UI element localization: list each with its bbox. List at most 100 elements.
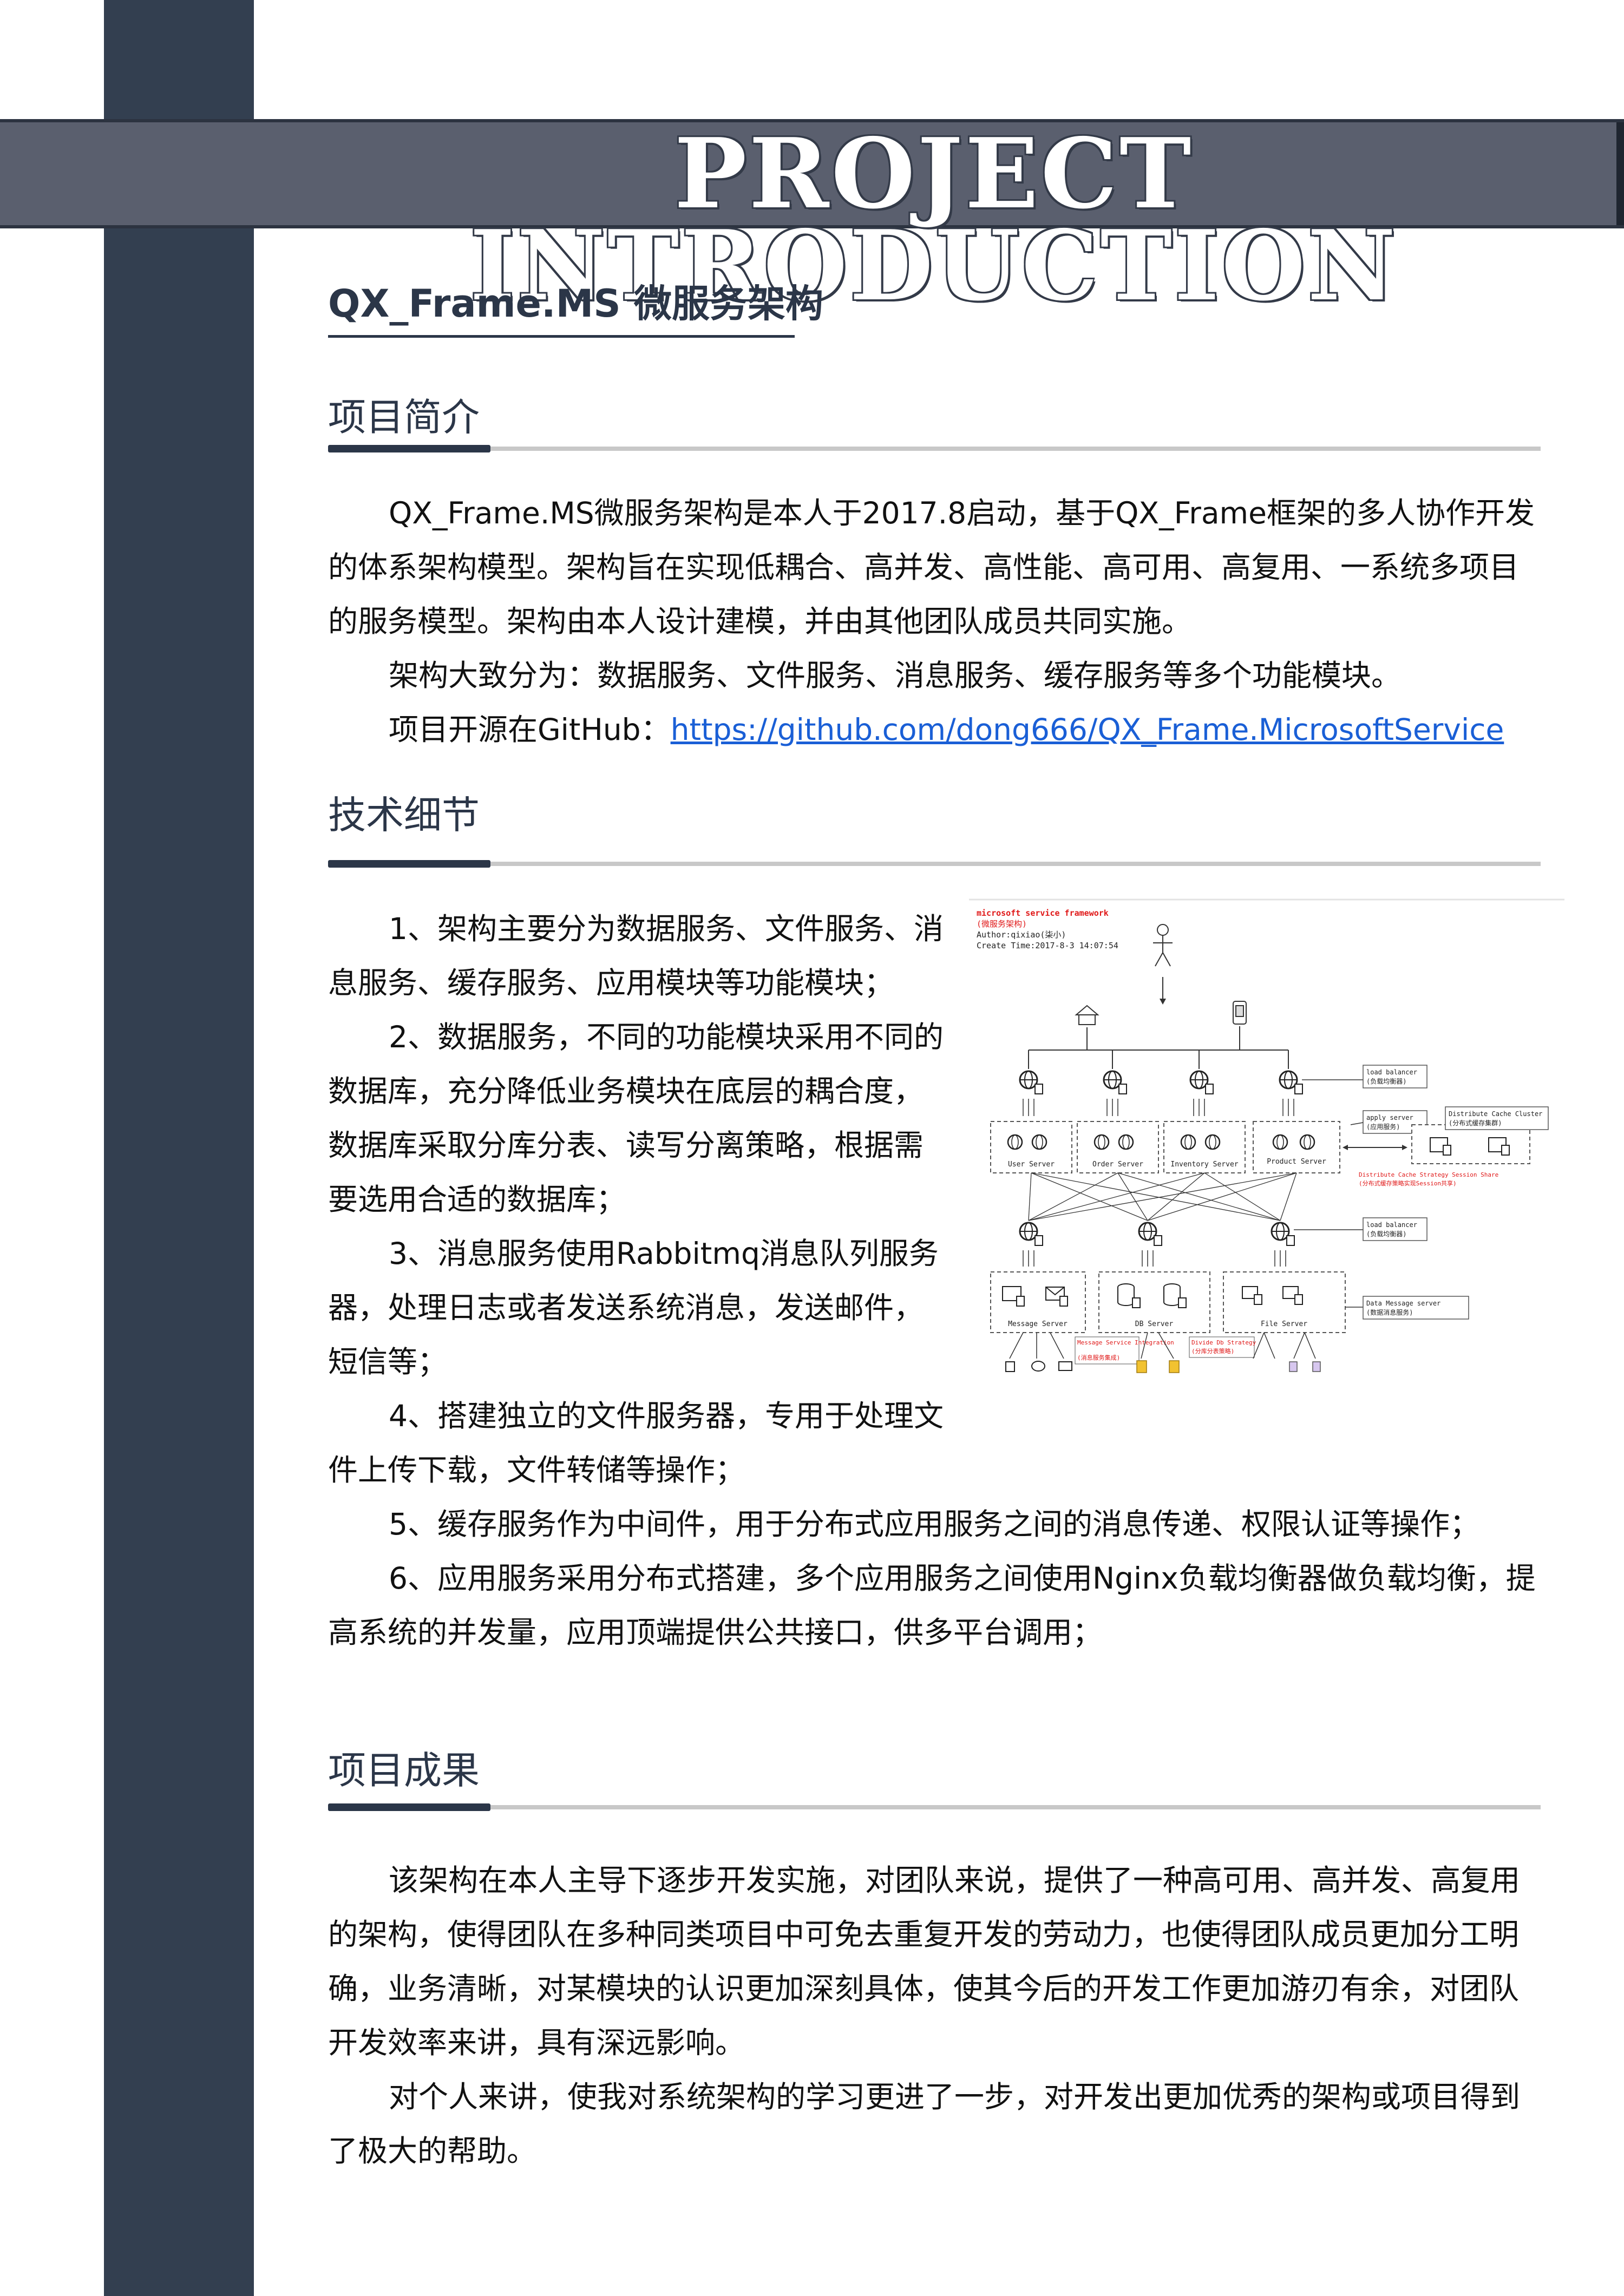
banner-title: PROJECT INTRODUCTION bbox=[469, 117, 1398, 322]
globe-icon bbox=[1180, 1134, 1196, 1150]
intro-paragraph-3: 项目开源在GitHub：https://github.com/dong666/Q… bbox=[328, 703, 1541, 757]
phone-icon bbox=[1233, 1001, 1247, 1025]
diagram-title-en: microsoft service framework bbox=[977, 908, 1109, 918]
tech-item-4: 4、搭建独立的文件服务器，专用于处理文件上传下载，文件转储等操作； bbox=[328, 1399, 944, 1487]
globe-icon bbox=[1299, 1134, 1315, 1150]
section-rule bbox=[328, 447, 1541, 451]
banner-edge bbox=[1616, 122, 1624, 225]
section-rule-accent bbox=[328, 1803, 490, 1811]
server-icon bbox=[1132, 1297, 1141, 1308]
db-strategy-label: Divide Db Strategy bbox=[1191, 1339, 1256, 1346]
arrow-head bbox=[1160, 999, 1166, 1005]
user-icon bbox=[1153, 924, 1173, 967]
architecture-diagram: microsoft service framework (微服务架构) Auth… bbox=[969, 898, 1564, 1373]
globe-icon bbox=[1118, 1134, 1134, 1150]
globe-icon bbox=[1019, 1222, 1043, 1246]
callout-line bbox=[1350, 1122, 1364, 1125]
tech-item-1: 1、架构主要分为数据服务、文件服务、消息服务、缓存服务、应用模块等功能模块； bbox=[328, 911, 944, 1000]
arrow-head bbox=[1343, 1145, 1348, 1150]
diagram-title-cn: (微服务架构) bbox=[977, 919, 1027, 929]
title-banner: PROJECT INTRODUCTION bbox=[0, 117, 1624, 322]
data-message-server-label-cn: (数据消息服务) bbox=[1366, 1308, 1413, 1316]
database-icon bbox=[1117, 1287, 1135, 1306]
server-icon bbox=[1016, 1296, 1025, 1307]
intro-paragraph-2: 架构大致分为：数据服务、文件服务、消息服务、缓存服务等多个功能模块。 bbox=[389, 658, 1402, 693]
lb2-label: load balancer bbox=[1366, 1221, 1417, 1229]
home-icon bbox=[1075, 1005, 1099, 1025]
tech-item-2: 2、数据服务，不同的功能模块采用不同的数据库，充分降低业务模块在底层的耦合度，数… bbox=[328, 1020, 944, 1217]
mail-icon bbox=[1058, 1361, 1072, 1371]
diagram-created: Create Time:2017-8-3 14:07:54 bbox=[977, 941, 1118, 950]
product-server-label: Product Server bbox=[1267, 1158, 1326, 1166]
section-rule bbox=[328, 1805, 1541, 1809]
results-paragraph-1: 该架构在本人主导下逐步开发实施，对团队来说，提供了一种高可用、高并发、高复用的架… bbox=[328, 1863, 1521, 2060]
db-file-icon bbox=[1169, 1360, 1180, 1373]
arrow-head bbox=[1402, 1145, 1407, 1150]
lb1-label-cn: (负载均衡器) bbox=[1366, 1078, 1406, 1085]
top-tree-lines bbox=[1028, 1026, 1289, 1069]
file-icon bbox=[1289, 1361, 1298, 1372]
sidebar-stripe bbox=[104, 0, 254, 2296]
file-icon bbox=[1312, 1361, 1321, 1372]
globe-icon bbox=[1189, 1070, 1214, 1094]
server-icon bbox=[1443, 1145, 1451, 1156]
globe-icon bbox=[1093, 1134, 1110, 1150]
cache-cluster-label-cn: (分布式缓存集群) bbox=[1449, 1119, 1502, 1127]
order-server-label: Order Server bbox=[1092, 1160, 1143, 1169]
results-body: 该架构在本人主导下逐步开发实施，对团队来说，提供了一种高可用、高并发、高复用的架… bbox=[328, 1853, 1541, 2178]
tech-item-3: 3、消息服务使用Rabbitmq消息队列服务器，处理日志或者发送系统消息，发送邮… bbox=[328, 1236, 939, 1379]
inventory-server-label: Inventory Server bbox=[1170, 1160, 1238, 1169]
tech-item-6: 6、应用服务采用分布式搭建，多个应用服务之间使用Nginx负载均衡器做负载均衡，… bbox=[328, 1561, 1536, 1650]
section-rule bbox=[328, 862, 1541, 866]
tech-item-5: 5、缓存服务作为中间件，用于分布式应用服务之间的消息传递、权限认证等操作； bbox=[389, 1507, 1479, 1541]
globe-icon-row-2 bbox=[1019, 1222, 1295, 1246]
file-server-label: File Server bbox=[1261, 1320, 1307, 1328]
globe-icon bbox=[1007, 1134, 1023, 1150]
section-title-results: 项目成果 bbox=[328, 1748, 480, 1793]
database-icon bbox=[1163, 1287, 1181, 1306]
globe-icon bbox=[1019, 1070, 1043, 1094]
server-icon bbox=[1254, 1294, 1262, 1305]
lb2-label-cn: (负载均衡器) bbox=[1366, 1230, 1406, 1238]
globe-icon bbox=[1031, 1134, 1047, 1150]
github-link[interactable]: https://github.com/dong666/QX_Frame.Micr… bbox=[671, 712, 1504, 747]
globe-icon bbox=[1272, 1134, 1288, 1150]
intro-paragraph-1: QX_Frame.MS微服务架构是本人于2017.8启动，基于QX_Frame框… bbox=[328, 496, 1535, 639]
globe-icon bbox=[1279, 1070, 1303, 1094]
db-strategy-label-cn: (分库分表策略) bbox=[1191, 1347, 1234, 1355]
section-rule-accent bbox=[328, 445, 490, 452]
intro-body: QX_Frame.MS微服务架构是本人于2017.8启动，基于QX_Frame框… bbox=[328, 486, 1541, 757]
msg-integration-label-cn: (消息服务集成) bbox=[1077, 1354, 1120, 1361]
leaf-icons bbox=[1005, 1360, 1321, 1373]
message-server-label: Message Server bbox=[1008, 1320, 1068, 1328]
cache-strategy-label-cn: (分布式缓存策略实现Session共享) bbox=[1359, 1179, 1457, 1187]
lb1-label: load balancer bbox=[1366, 1068, 1417, 1076]
globe-icon bbox=[1138, 1222, 1162, 1246]
section-title-tech: 技术细节 bbox=[328, 793, 480, 837]
apply-server-label-cn: (应用服务) bbox=[1366, 1123, 1400, 1131]
tech-list-narrow: 1、架构主要分为数据服务、文件服务、消息服务、缓存服务、应用模块等功能模块； 2… bbox=[328, 902, 951, 1497]
down-arrows-1 bbox=[1023, 1099, 1294, 1116]
globe-icon bbox=[1103, 1070, 1127, 1094]
db-file-icon bbox=[1136, 1360, 1147, 1373]
doc-icon bbox=[1005, 1361, 1015, 1372]
chat-icon bbox=[1031, 1361, 1045, 1372]
server-icon bbox=[1294, 1294, 1303, 1305]
msg-integration-label: Message Service Integration bbox=[1077, 1339, 1174, 1346]
globe-icon-row-1 bbox=[1019, 1070, 1303, 1094]
globe-icon bbox=[1204, 1134, 1221, 1150]
cross-connections bbox=[1028, 1172, 1297, 1221]
tech-list-wide: 5、缓存服务作为中间件，用于分布式应用服务之间的消息传递、权限认证等操作； 6、… bbox=[328, 1497, 1541, 1659]
down-arrows-2 bbox=[1023, 1250, 1286, 1267]
globe-icon bbox=[1271, 1222, 1295, 1246]
server-icon bbox=[1178, 1297, 1187, 1308]
apply-server-label: apply server bbox=[1366, 1114, 1413, 1121]
db-server-label: DB Server bbox=[1135, 1320, 1174, 1328]
cache-cluster-box bbox=[1411, 1124, 1530, 1164]
section-title-intro: 项目简介 bbox=[328, 395, 480, 439]
cache-cluster-label: Distribute Cache Cluster bbox=[1449, 1110, 1542, 1118]
server-icon bbox=[1059, 1296, 1068, 1307]
server-icon bbox=[1501, 1145, 1510, 1156]
page-subtitle: QX_Frame.MS 微服务架构 bbox=[328, 281, 824, 326]
results-paragraph-2: 对个人来讲，使我对系统架构的学习更进了一步，对开发出更加优秀的架构或项目得到了极… bbox=[328, 2079, 1521, 2168]
